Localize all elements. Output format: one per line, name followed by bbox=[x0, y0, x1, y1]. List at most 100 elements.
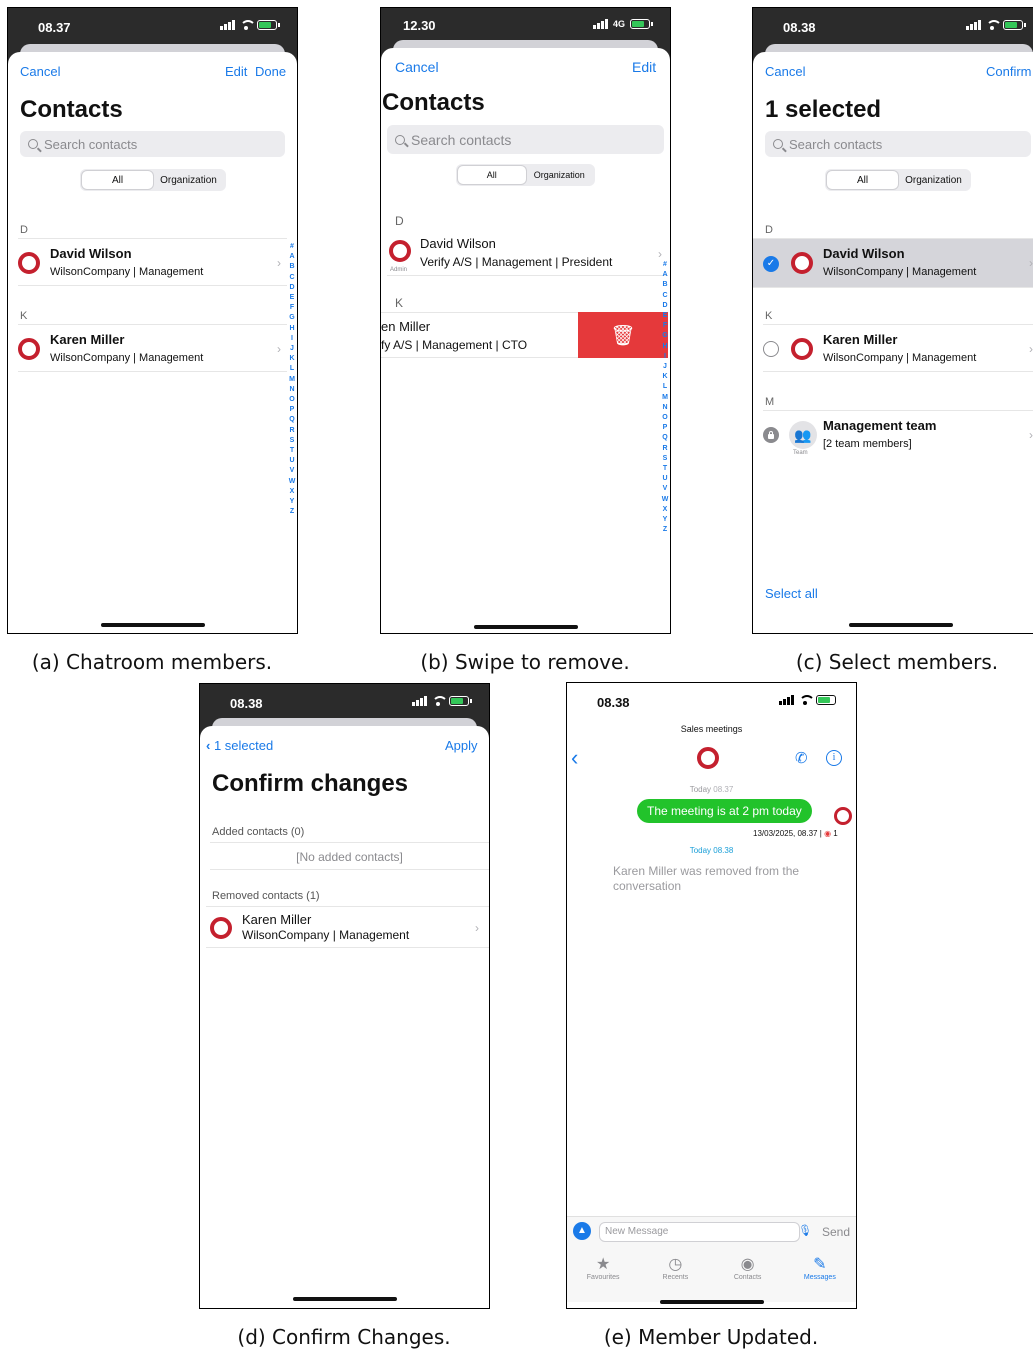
index-letter[interactable]: T bbox=[288, 446, 296, 456]
contact-row-david-wilson[interactable]: ✓ David Wilson WilsonCompany | Managemen… bbox=[753, 238, 1033, 288]
index-letter[interactable]: R bbox=[661, 444, 669, 454]
index-letter[interactable]: H bbox=[661, 342, 669, 352]
index-letter[interactable]: Y bbox=[661, 515, 669, 525]
index-letter[interactable]: L bbox=[288, 364, 296, 374]
index-letter[interactable]: Q bbox=[661, 433, 669, 443]
index-letter[interactable]: F bbox=[288, 303, 296, 313]
send-button[interactable]: Send bbox=[822, 1225, 850, 1239]
index-letter[interactable]: Z bbox=[288, 507, 296, 517]
index-letter[interactable]: A bbox=[661, 270, 669, 280]
apply-button[interactable]: Apply bbox=[445, 738, 478, 753]
contact-row-karen-miller-swiped[interactable]: en Miller fy A/S | Management | CTO › 🗑 bbox=[381, 312, 668, 358]
index-letter[interactable]: S bbox=[288, 436, 296, 446]
chevron-left-icon: ‹ bbox=[206, 738, 211, 753]
index-letter[interactable]: E bbox=[661, 311, 669, 321]
message-bubble[interactable]: The meeting is at 2 pm today bbox=[637, 799, 812, 823]
index-letter[interactable]: V bbox=[288, 466, 296, 476]
edit-button[interactable]: Edit bbox=[225, 64, 247, 79]
cancel-button[interactable]: Cancel bbox=[395, 59, 439, 75]
index-letter[interactable]: N bbox=[661, 403, 669, 413]
index-letter[interactable]: # bbox=[661, 260, 669, 270]
tab-contacts[interactable]: ◉ Contacts bbox=[712, 1246, 784, 1302]
chevron-left-icon[interactable]: ‹ bbox=[571, 745, 578, 771]
index-letter[interactable]: C bbox=[661, 291, 669, 301]
index-letter[interactable]: O bbox=[661, 413, 669, 423]
contact-row-karen-miller[interactable]: Karen Miller WilsonCompany | Management … bbox=[763, 324, 1033, 372]
contact-row-david-wilson[interactable]: David Wilson WilsonCompany | Management … bbox=[18, 238, 287, 286]
index-letter[interactable]: M bbox=[288, 375, 296, 385]
index-letter[interactable]: X bbox=[288, 487, 296, 497]
phone-icon[interactable]: ✆ bbox=[795, 749, 808, 767]
index-letter[interactable]: Q bbox=[288, 415, 296, 425]
index-letter[interactable]: I bbox=[288, 334, 296, 344]
index-letter[interactable]: M bbox=[661, 393, 669, 403]
contact-row-karen-miller[interactable]: Karen Miller WilsonCompany | Management … bbox=[18, 324, 287, 372]
index-letter[interactable]: A bbox=[288, 252, 296, 262]
segment-all[interactable]: All bbox=[458, 166, 526, 184]
index-letter[interactable]: D bbox=[288, 283, 296, 293]
alphabet-index[interactable]: # A B C D E F G H I J K L M N O P Q R S T U V W X Y Z bbox=[661, 260, 669, 535]
segment-organization[interactable]: Organization bbox=[526, 166, 594, 184]
removed-contact-row[interactable]: Karen Miller WilsonCompany | Management … bbox=[206, 906, 489, 948]
segment-all[interactable]: All bbox=[827, 171, 898, 189]
index-letter[interactable]: K bbox=[288, 354, 296, 364]
index-letter[interactable]: V bbox=[661, 484, 669, 494]
delete-button[interactable]: 🗑 bbox=[578, 312, 668, 358]
index-letter[interactable]: R bbox=[288, 426, 296, 436]
index-letter[interactable]: # bbox=[288, 242, 296, 252]
search-input[interactable]: Search contacts bbox=[765, 131, 1031, 157]
segment-all[interactable]: All bbox=[82, 171, 153, 189]
index-letter[interactable]: C bbox=[288, 273, 296, 283]
search-input[interactable]: Search contacts bbox=[20, 131, 285, 157]
index-letter[interactable]: B bbox=[288, 262, 296, 272]
index-letter[interactable]: F bbox=[661, 321, 669, 331]
index-letter[interactable]: J bbox=[661, 362, 669, 372]
index-letter[interactable]: Z bbox=[661, 525, 669, 535]
select-all-button[interactable]: Select all bbox=[765, 586, 818, 601]
index-letter[interactable]: B bbox=[661, 280, 669, 290]
tab-messages[interactable]: ✎ Messages bbox=[784, 1246, 856, 1302]
index-letter[interactable]: U bbox=[661, 474, 669, 484]
contact-row-david-wilson[interactable]: Admin David Wilson Verify A/S | Manageme… bbox=[387, 230, 668, 276]
index-letter[interactable]: W bbox=[288, 477, 296, 487]
index-letter[interactable]: J bbox=[288, 344, 296, 354]
tab-favourites[interactable]: ★ Favourites bbox=[567, 1246, 639, 1302]
cancel-button[interactable]: Cancel bbox=[765, 64, 805, 79]
index-letter[interactable]: X bbox=[661, 505, 669, 515]
index-letter[interactable]: P bbox=[288, 405, 296, 415]
done-button[interactable]: Done bbox=[255, 64, 286, 79]
cancel-button[interactable]: Cancel bbox=[20, 64, 60, 79]
radio-unselected-icon[interactable] bbox=[763, 341, 779, 357]
index-letter[interactable]: W bbox=[661, 495, 669, 505]
edit-button[interactable]: Edit bbox=[632, 59, 656, 75]
team-row-management-team[interactable]: 👥 Team Management team [2 team members] … bbox=[763, 410, 1033, 458]
index-letter[interactable]: T bbox=[661, 464, 669, 474]
message-input[interactable]: New Message bbox=[599, 1222, 800, 1242]
index-letter[interactable]: U bbox=[288, 456, 296, 466]
segment-organization[interactable]: Organization bbox=[898, 171, 969, 189]
segment-organization[interactable]: Organization bbox=[153, 171, 224, 189]
index-letter[interactable]: K bbox=[661, 372, 669, 382]
alphabet-index[interactable]: # A B C D E F G H I J K L M N O P Q R S T U V W X Y Z bbox=[288, 242, 296, 517]
checkmark-icon[interactable]: ✓ bbox=[763, 256, 779, 272]
tab-recents[interactable]: ◷ Recents bbox=[639, 1246, 711, 1302]
index-letter[interactable]: P bbox=[661, 423, 669, 433]
index-letter[interactable]: I bbox=[661, 352, 669, 362]
confirm-button[interactable]: Confirm bbox=[986, 64, 1032, 79]
microphone-icon[interactable]: 🎙 bbox=[798, 1224, 812, 1237]
search-input[interactable]: Search contacts bbox=[387, 125, 664, 154]
index-letter[interactable]: G bbox=[661, 331, 669, 341]
index-letter[interactable]: Y bbox=[288, 497, 296, 507]
index-letter[interactable]: N bbox=[288, 385, 296, 395]
info-icon[interactable]: i bbox=[826, 750, 842, 766]
chat-avatar[interactable] bbox=[697, 747, 719, 769]
index-letter[interactable]: L bbox=[661, 382, 669, 392]
back-button[interactable]: ‹ 1 selected bbox=[206, 738, 273, 753]
index-letter[interactable]: G bbox=[288, 313, 296, 323]
expand-icon[interactable]: ▲ bbox=[573, 1222, 591, 1240]
index-letter[interactable]: E bbox=[288, 293, 296, 303]
index-letter[interactable]: O bbox=[288, 395, 296, 405]
index-letter[interactable]: H bbox=[288, 324, 296, 334]
index-letter[interactable]: D bbox=[661, 301, 669, 311]
index-letter[interactable]: S bbox=[661, 454, 669, 464]
